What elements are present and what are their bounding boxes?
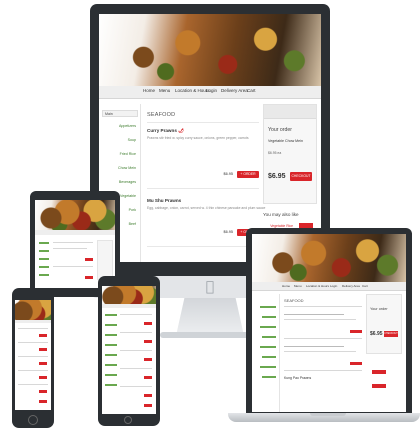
main-navbar: Home Menu Location & Hours Login Deliver… (99, 86, 321, 99)
sidebar-item-fried-rice[interactable]: Fried Rice (120, 152, 136, 156)
main-navbar (35, 230, 115, 235)
sidebar-item-pork[interactable]: Pork (129, 208, 136, 212)
laptop-screen: Home Menu Location & Hours Login Deliver… (252, 234, 406, 412)
sidebar-item-beverages[interactable]: Beverages (119, 180, 136, 184)
item-description: Prawns stir fried w. spicy curry sauce, … (147, 136, 249, 140)
order-item-button[interactable] (350, 362, 362, 365)
order-tabs (264, 105, 316, 119)
nav-menu[interactable]: Menu (294, 284, 302, 288)
nav-home[interactable]: Home (282, 284, 290, 288)
nav-cart[interactable]: Cart (362, 284, 368, 288)
tablet-portrait-screen (102, 286, 156, 414)
main-navbar (15, 320, 51, 323)
nav-cart[interactable]: Cart (247, 88, 256, 93)
sidebar-item-appetizers[interactable]: Appetizers (119, 124, 136, 128)
imac-screen: Home Menu Location & Hours Login Deliver… (99, 14, 321, 262)
section-title: SEAFOOD (284, 298, 304, 303)
section-title: SEAFOOD (147, 112, 176, 118)
order-item-price: $6.95 ea (268, 151, 282, 155)
main-navbar (102, 304, 156, 308)
sidebar-header[interactable]: Main (102, 110, 138, 117)
item-price: $6.95 (223, 172, 233, 176)
sidebar-item-vegetable[interactable]: Vegetable (120, 194, 136, 198)
divider (147, 122, 259, 123)
nav-delivery-area[interactable]: Delivery Area (221, 88, 248, 93)
checkout-button[interactable]: CHECKOUT (384, 331, 398, 337)
sidebar-item-chow-mein[interactable]: Chow Mein (118, 166, 136, 170)
item-name: Mu Shu Prawns (147, 198, 182, 203)
item-price: $6.95 (223, 230, 233, 234)
tablet-screen (35, 200, 115, 288)
nav-location-hours[interactable]: Location & Hours (175, 88, 210, 93)
nav-home[interactable]: Home (143, 88, 155, 93)
order-title: Your order (370, 307, 388, 311)
item-description: Egg, cabbage, onion, carrot, served w. 4… (147, 206, 266, 210)
apple-logo-icon:  (202, 279, 218, 295)
order-item-button[interactable] (350, 330, 362, 333)
divider (147, 188, 259, 189)
nav-login[interactable]: Login (330, 284, 337, 288)
divider (147, 246, 259, 247)
phone-screen (15, 300, 51, 410)
hero-food-image (99, 14, 321, 86)
tablet-home-button[interactable] (124, 416, 132, 424)
nav-delivery-area[interactable]: Delivery Area (342, 284, 360, 288)
hero-food-image (252, 234, 406, 282)
sidebar-item-soup[interactable]: Soup (128, 138, 136, 142)
order-title: Your order (268, 127, 293, 133)
order-panel: Your order Vegetable Chow Mein $6.95 ea … (263, 104, 317, 204)
nav-login[interactable]: Login (206, 88, 217, 93)
nav-menu[interactable]: Menu (159, 88, 170, 93)
sidebar-item-beef[interactable]: Beef (129, 222, 136, 226)
phone-home-button[interactable] (28, 415, 38, 425)
checkout-button[interactable]: CHECKOUT (290, 172, 312, 181)
hero-food-image (102, 286, 156, 304)
laptop-notch (310, 413, 346, 416)
menu-main: SEAFOOD Curry Prawns 🌶 Prawns stir fried… (147, 104, 265, 262)
item-name: Curry Prawns 🌶 (147, 128, 184, 133)
item-name: Kung Pao Prawns (284, 376, 312, 380)
order-item-button[interactable]: + ORDER (237, 171, 259, 178)
hero-food-image (35, 200, 115, 230)
hero-food-image (15, 300, 51, 320)
imac-foot (160, 332, 260, 338)
main-navbar: Home Menu Location & Hours Login Deliver… (252, 282, 406, 291)
order-total: $6.95 (370, 331, 383, 337)
pepper-icon: 🌶 (178, 128, 184, 133)
also-like-title: You may also like (263, 212, 299, 217)
order-total: $6.95 (268, 173, 286, 180)
order-item-name: Vegetable Chow Mein (268, 139, 303, 143)
category-sidebar (252, 294, 280, 412)
nav-location-hours[interactable]: Location & Hours (306, 284, 329, 288)
imac-stand (176, 298, 244, 334)
order-panel: Your order $6.95 CHECKOUT (366, 294, 402, 354)
